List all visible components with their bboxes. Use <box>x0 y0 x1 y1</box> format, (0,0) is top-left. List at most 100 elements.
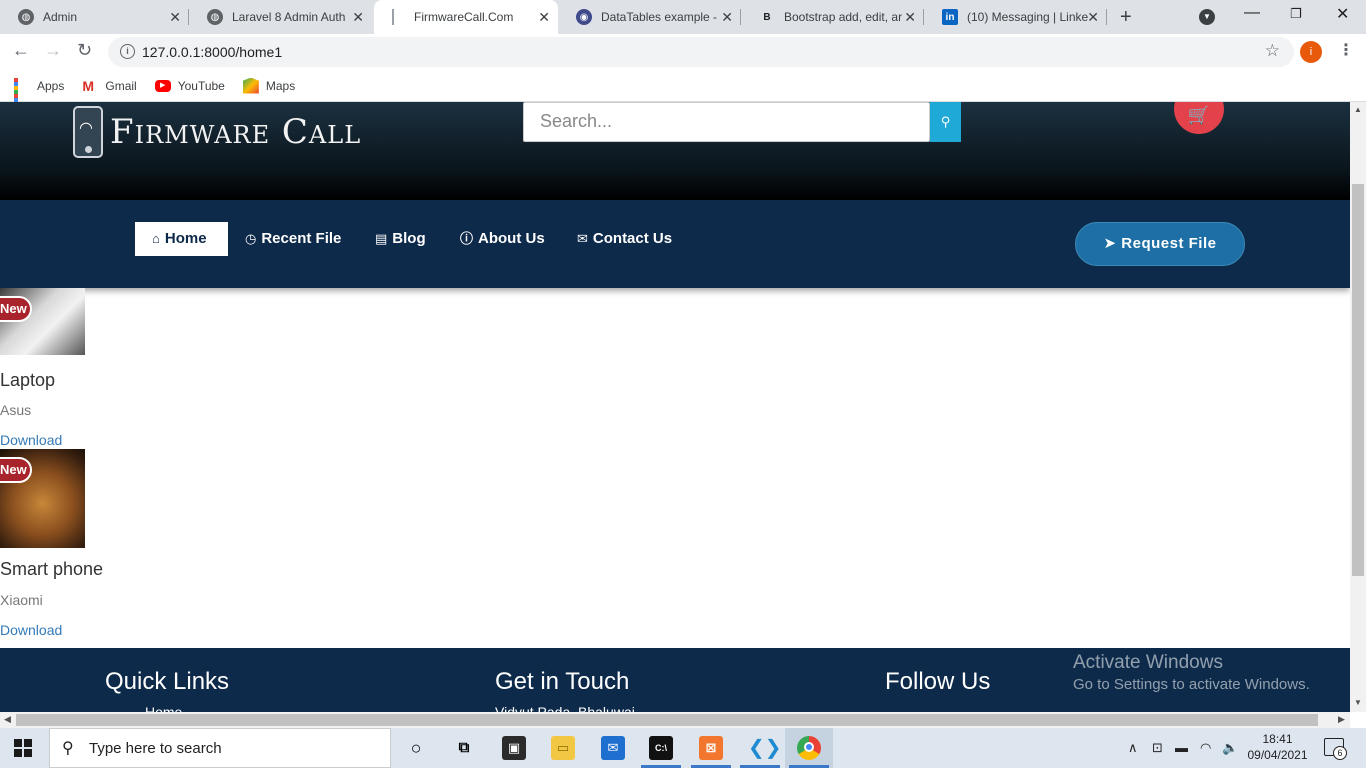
back-arrow-icon[interactable]: ← <box>12 40 30 61</box>
apps-grid-icon <box>14 77 30 114</box>
taskbar-search-box[interactable]: ⚲ Type here to search <box>49 728 391 768</box>
bookmark-gmail[interactable]: M Gmail <box>82 78 136 94</box>
address-bar[interactable]: i 127.0.0.1:8000/home1 ☆ <box>108 37 1294 67</box>
datatables-icon: ◉ <box>576 9 592 25</box>
new-badge: New <box>0 457 32 483</box>
reload-icon[interactable]: ↻ <box>77 40 92 61</box>
tab-admin[interactable]: ◍ Admin ✕ <box>0 0 189 34</box>
url-text[interactable]: 127.0.0.1:8000/home1 <box>142 44 282 60</box>
vscode-icon[interactable]: ❮❯ <box>748 736 782 760</box>
clock-icon: ◷ <box>245 231 257 246</box>
nav-blog[interactable]: ▤ Blog <box>375 222 426 256</box>
tab-laravel[interactable]: ◍ Laravel 8 Admin Auth ✕ <box>189 0 372 34</box>
cortana-icon[interactable]: ○ <box>404 736 428 760</box>
menu-kebab-icon[interactable]: ⋮ <box>1338 40 1354 60</box>
request-file-label: Request File <box>1121 235 1217 252</box>
vertical-scrollbar[interactable]: ▲ ▼ <box>1350 102 1366 712</box>
close-icon[interactable]: ✕ <box>721 9 733 25</box>
minimize-icon[interactable]: — <box>1244 4 1260 22</box>
wifi-icon: ◠ <box>79 120 93 137</box>
tab-linkedin[interactable]: in (10) Messaging | Linke ✕ <box>924 0 1107 34</box>
tab-separator <box>1106 9 1107 25</box>
request-file-button[interactable]: ➤ Request File <box>1075 222 1245 266</box>
terminal-icon[interactable]: C:\ <box>649 736 673 760</box>
bookmark-label: Maps <box>265 78 296 93</box>
product-title: Laptop <box>0 370 56 390</box>
site-logo-text[interactable]: Firmware Call <box>110 112 361 152</box>
maps-icon <box>242 77 259 94</box>
product-thumbnail-notebook[interactable]: New <box>0 288 85 355</box>
wifi-icon[interactable]: ◠ <box>1200 740 1211 756</box>
star-icon[interactable]: ☆ <box>1265 41 1280 61</box>
close-icon[interactable]: ✕ <box>1087 9 1099 25</box>
mail-icon[interactable]: ✉ <box>601 736 625 760</box>
battery-icon[interactable]: ▬ <box>1175 740 1188 755</box>
new-badge: New <box>0 296 32 322</box>
task-view-icon[interactable]: ⧉ <box>452 736 476 760</box>
horizontal-scrollbar[interactable]: ◀ ▶ <box>0 712 1350 728</box>
nav-label: Home <box>164 230 207 247</box>
tray-chevron-icon[interactable]: ∧ <box>1128 740 1138 756</box>
scroll-right-arrow-icon[interactable]: ▶ <box>1338 714 1345 725</box>
nav-home[interactable]: ⌂ Home <box>135 222 228 256</box>
clock-date: 09/04/2021 <box>1247 748 1308 762</box>
site-search-input[interactable]: Search... <box>523 102 930 142</box>
main-navbar: ⌂ Home ◷ Recent File ▤ Blog ⓘ About Us ✉… <box>0 200 1350 288</box>
file-explorer-icon[interactable]: ▭ <box>551 736 575 760</box>
forward-arrow-icon[interactable]: → <box>44 40 62 61</box>
gmail-icon: M <box>82 77 95 94</box>
volume-icon[interactable]: 🔈 <box>1222 740 1238 756</box>
window-close-icon[interactable]: ✕ <box>1336 4 1349 24</box>
close-icon[interactable]: ✕ <box>538 9 550 25</box>
product-thumbnail-lion[interactable]: New <box>0 449 85 548</box>
tab-label: Admin <box>43 10 78 24</box>
scroll-down-arrow-icon[interactable]: ▼ <box>1354 698 1362 707</box>
close-icon[interactable]: ✕ <box>352 9 364 25</box>
close-icon[interactable]: ✕ <box>169 9 181 25</box>
new-tab-button[interactable]: + <box>1120 6 1132 29</box>
windows-start-icon[interactable] <box>14 739 32 757</box>
bookmark-youtube[interactable]: ▶ YouTube <box>154 79 225 93</box>
close-icon[interactable]: ✕ <box>904 9 916 25</box>
info-icon[interactable]: i <box>120 44 135 59</box>
scroll-up-arrow-icon[interactable]: ▲ <box>1354 105 1362 114</box>
nav-recent-file[interactable]: ◷ Recent File <box>245 222 341 256</box>
restore-icon[interactable]: ❐ <box>1290 6 1302 22</box>
nav-about-us[interactable]: ⓘ About Us <box>460 222 545 256</box>
tab-label: FirmwareCall.Com <box>414 10 514 24</box>
download-link[interactable]: Download <box>0 432 62 448</box>
taskbar-clock[interactable]: 18:41 09/04/2021 <box>1240 731 1315 763</box>
tab-bootstrap[interactable]: B Bootstrap add, edit, ar ✕ <box>741 0 924 34</box>
store-icon[interactable]: ▣ <box>502 736 526 760</box>
profile-avatar[interactable]: i <box>1300 41 1322 63</box>
horizontal-scroll-thumb[interactable] <box>16 714 1318 726</box>
bookmark-maps[interactable]: Maps <box>242 77 296 94</box>
nav-contact-us[interactable]: ✉ Contact Us <box>577 222 672 256</box>
product-brand: Asus <box>0 402 32 418</box>
nav-label: Blog <box>392 230 426 247</box>
tab-firmwarecall[interactable]: FirmwareCall.Com ✕ <box>374 0 558 34</box>
taskbar-search-text: Type here to search <box>89 740 222 757</box>
tray-security-icon[interactable]: ⊡ <box>1152 740 1163 756</box>
tab-label: (10) Messaging | Linke <box>967 10 1089 24</box>
footer-quick-link-item[interactable]: Home <box>145 704 182 712</box>
logo-phone-icon[interactable]: ◠ <box>73 106 103 158</box>
bookmark-apps[interactable]: Apps <box>14 77 64 114</box>
download-link[interactable]: Download <box>0 622 62 638</box>
vertical-scroll-thumb[interactable] <box>1352 184 1364 576</box>
tab-datatables[interactable]: ◉ DataTables example - ✕ <box>558 0 741 34</box>
search-button[interactable]: ⚲ <box>930 102 961 142</box>
xampp-icon[interactable]: ⊠ <box>699 736 723 760</box>
info-icon: ⓘ <box>460 231 474 246</box>
cart-button[interactable]: 🛒 <box>1174 102 1224 134</box>
clock-time: 18:41 <box>1262 732 1293 746</box>
bookmark-label: Gmail <box>105 78 137 93</box>
nav-label: Recent File <box>261 230 342 247</box>
youtube-icon: ▶ <box>154 79 171 92</box>
tab-search-icon[interactable]: ▼ <box>1199 9 1215 25</box>
scroll-left-arrow-icon[interactable]: ◀ <box>4 714 11 725</box>
nav-label: Contact Us <box>592 230 673 247</box>
bookmarks-bar: Apps M Gmail ▶ YouTube Maps <box>0 70 1366 114</box>
product-title: Smart phone <box>0 559 104 579</box>
chrome-icon[interactable] <box>797 736 821 760</box>
